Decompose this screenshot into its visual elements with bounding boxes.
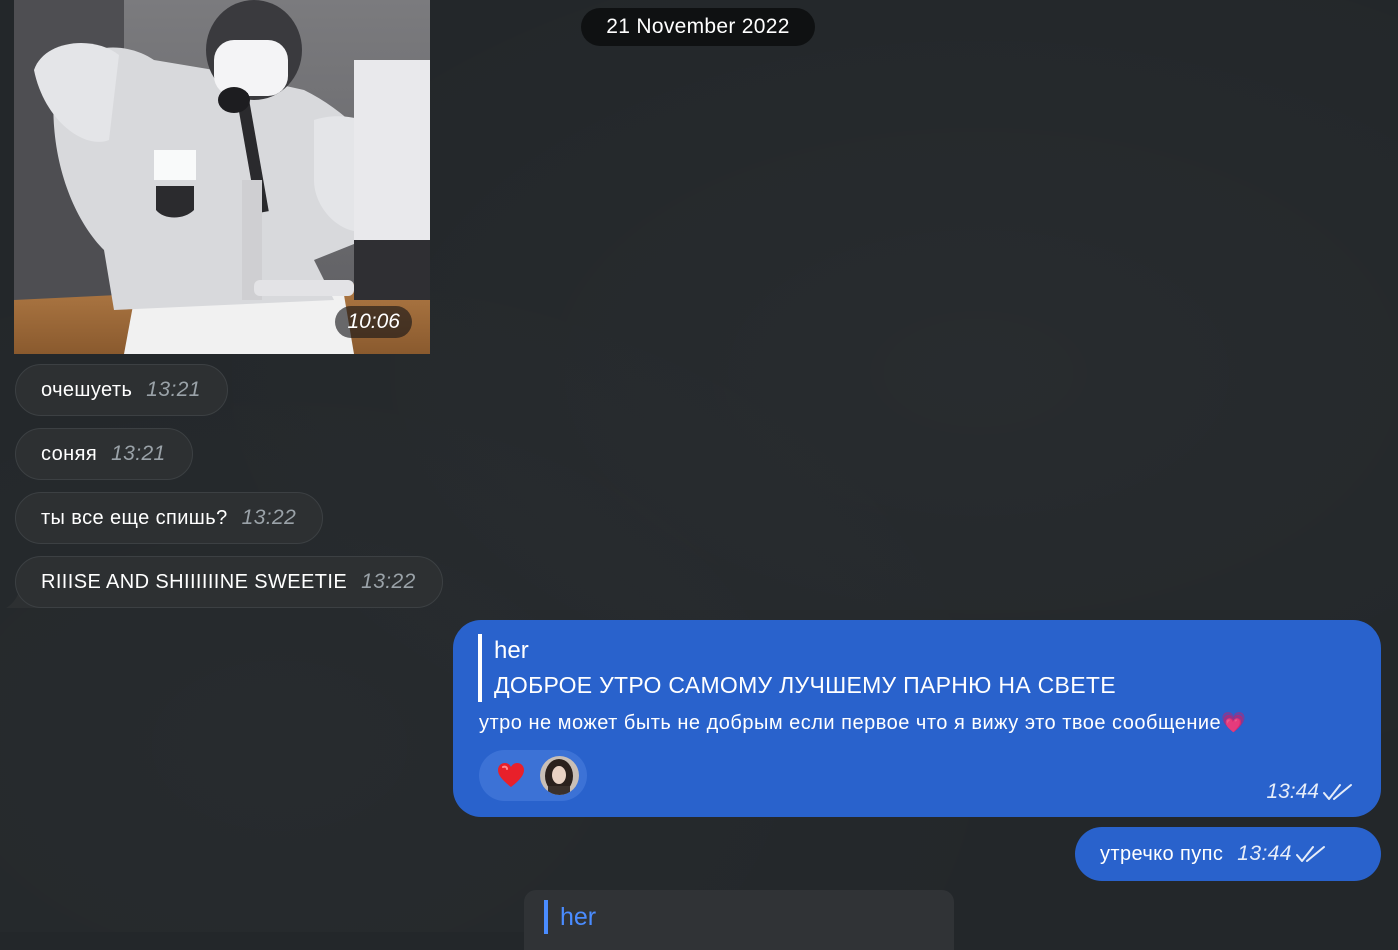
message-text: утречко пупс [1100, 842, 1224, 865]
reply-author: her [494, 637, 529, 664]
message-time: 13:21 [111, 442, 166, 465]
photo-message[interactable]: 10:06 [14, 0, 430, 354]
message-time: 13:22 [361, 570, 416, 593]
message-time: 13:44 [1266, 780, 1319, 803]
double-check-icon [1295, 846, 1325, 862]
reply-preview[interactable]: her ДОБРОЕ УТРО САМОМУ ЛУЧШЕМУ ПАРНЮ НА … [478, 634, 1116, 702]
incoming-message[interactable]: очешуеть 13:21 [15, 364, 228, 416]
reaction-bar[interactable] [479, 750, 587, 801]
incoming-reply-message[interactable]: her [524, 890, 954, 950]
message-text: RIIISE AND SHIIIIIINE SWEETIE [41, 570, 348, 593]
photo-image [14, 0, 430, 354]
heart-icon [498, 763, 524, 787]
reactor-avatar[interactable] [540, 756, 579, 795]
message-text: очешуеть [41, 378, 133, 401]
message-status: 13:44 [1237, 842, 1326, 866]
reply-quote: ДОБРОЕ УТРО САМОМУ ЛУЧШЕМУ ПАРНЮ НА СВЕТ… [494, 672, 1116, 698]
incoming-message[interactable]: ты все еще спишь? 13:22 [15, 492, 324, 544]
message-text: ты все еще спишь? [41, 506, 228, 529]
avatar [540, 756, 579, 795]
incoming-message[interactable]: соняя 13:21 [15, 428, 193, 480]
message-status: 13:44 [1266, 780, 1353, 804]
photo-timestamp: 10:06 [335, 306, 412, 338]
message-time: 13:22 [241, 506, 297, 529]
reply-author: her [560, 903, 597, 931]
incoming-message[interactable]: RIIISE AND SHIIIIIINE SWEETIE 13:22 [15, 556, 443, 608]
message-text: утро не может быть не добрым если первое… [479, 712, 1247, 734]
outgoing-message[interactable]: утречко пупс 13:44 [1075, 827, 1381, 881]
reply-preview[interactable]: her [544, 900, 596, 934]
message-time: 13:21 [146, 378, 201, 401]
date-separator-label: 21 November 2022 [606, 15, 790, 38]
date-separator: 21 November 2022 [581, 8, 815, 46]
double-check-icon [1323, 784, 1352, 800]
message-time: 13:44 [1237, 842, 1292, 865]
outgoing-reply-message[interactable]: her ДОБРОЕ УТРО САМОМУ ЛУЧШЕМУ ПАРНЮ НА … [453, 620, 1381, 817]
message-text: соняя [41, 442, 98, 465]
